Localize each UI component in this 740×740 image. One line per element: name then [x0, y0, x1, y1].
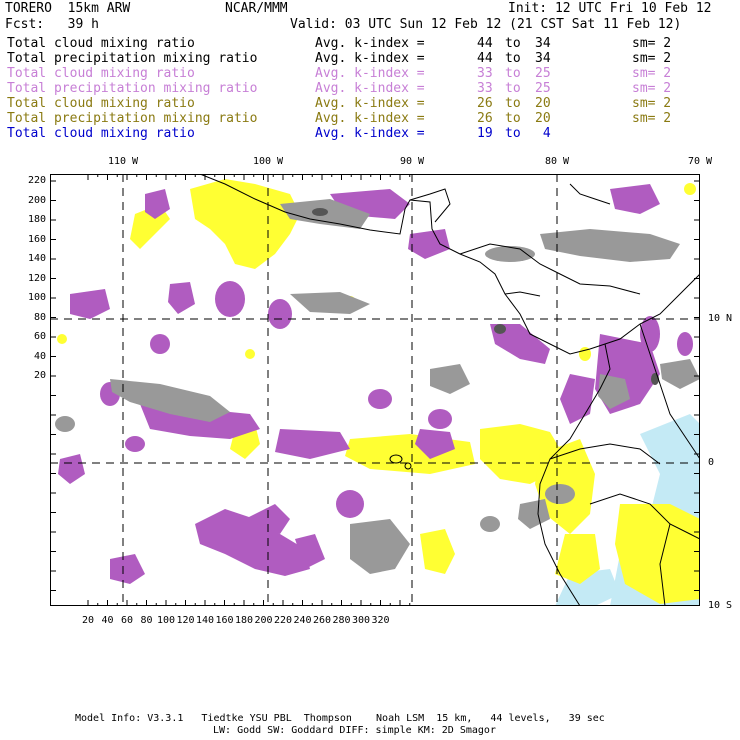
legend-field: Total cloud mixing ratio	[7, 126, 195, 141]
legend-stat: Avg. k-index =	[315, 111, 425, 126]
legend-to-word: to	[505, 66, 521, 81]
legend-field: Total precipitation mixing ratio	[7, 111, 258, 126]
legend-sm: sm= 2	[632, 81, 672, 96]
legend-to-word: to	[505, 36, 521, 51]
legend-stat: Avg. k-index =	[315, 126, 425, 141]
valid-time: Valid: 03 UTC Sun 12 Feb 12 (21 CST Sat …	[290, 17, 682, 32]
lon-label: 90 W	[399, 156, 425, 167]
legend-sm: sm= 2	[632, 51, 672, 66]
legend-row: Total cloud mixing ratio Avg. k-index = 19…	[7, 126, 737, 141]
y-tick-label: 200	[27, 194, 46, 206]
legend-to-word: to	[505, 111, 521, 126]
legend-to: 20	[535, 111, 551, 126]
legend-to: 4	[535, 126, 551, 141]
org-label: NCAR/MMM	[225, 1, 288, 16]
init-time: Init: 12 UTC Fri 10 Feb 12	[508, 1, 712, 16]
legend-row: Total precipitation mixing ratio Avg. k-i…	[7, 51, 737, 66]
legend-stat: Avg. k-index =	[315, 81, 425, 96]
lon-label: 70 W	[687, 156, 713, 167]
legend-sm: sm= 2	[632, 96, 672, 111]
model-info: Model Info: V3.3.1 Tiedtke YSU PBL Thomp…	[75, 713, 605, 724]
legend-from: 26	[477, 111, 493, 126]
legend-to: 25	[535, 81, 551, 96]
x-tick-label: 320	[371, 615, 390, 626]
legend-row: Total precipitation mixing ratio Avg. k-i…	[7, 111, 737, 126]
y-tick-label: 100	[27, 292, 46, 303]
lon-label: 80 W	[544, 156, 570, 167]
legend-sm: sm= 2	[632, 66, 672, 81]
legend-row: Total cloud mixing ratio Avg. k-index = 26…	[7, 96, 737, 111]
legend-to: 20	[535, 96, 551, 111]
model-title: TORERO 15km ARW	[5, 1, 131, 16]
legend-to-word: to	[505, 126, 521, 141]
legend-stat: Avg. k-index =	[315, 96, 425, 111]
lon-label: 110 W	[107, 156, 139, 167]
legend-to: 34	[535, 36, 551, 51]
forecast-figure: TORERO 15km ARW NCAR/MMM Init: 12 UTC Fr…	[0, 0, 740, 740]
legend-sm: sm= 2	[632, 111, 672, 126]
legend-field: Total precipitation mixing ratio	[7, 51, 258, 66]
field-layer	[55, 179, 700, 606]
forecast-hour: Fcst: 39 h	[5, 17, 99, 32]
y-tick-label: 40	[33, 350, 46, 362]
lon-label: 100 W	[252, 156, 284, 167]
lat-label: 0	[708, 457, 715, 468]
legend-from: 44	[477, 36, 493, 51]
legend-row: Total precipitation mixing ratio Avg. k-i…	[7, 81, 737, 96]
legend-from: 33	[477, 81, 493, 96]
legend-stat: Avg. k-index =	[315, 66, 425, 81]
legend-field: Total precipitation mixing ratio	[7, 81, 258, 96]
y-tick-label: 80	[33, 311, 46, 323]
legend-row: Total cloud mixing ratio Avg. k-index = 33…	[7, 66, 737, 81]
map-panel	[50, 174, 700, 606]
y-tick-label: 20	[33, 370, 46, 381]
y-tick-label: 140	[27, 253, 46, 264]
gray-field	[55, 199, 700, 574]
y-tick-label: 220	[27, 175, 46, 186]
legend-from: 33	[477, 66, 493, 81]
legend-from: 26	[477, 96, 493, 111]
legend-to-word: to	[505, 96, 521, 111]
physics-info: LW: Godd SW: Goddard DIFF: simple KM: 2D…	[213, 725, 496, 736]
lat-label: 10 S	[708, 600, 733, 611]
y-tick-label: 120	[27, 272, 46, 284]
y-tick-label: 160	[27, 233, 46, 245]
legend-field: Total cloud mixing ratio	[7, 36, 195, 51]
legend-field: Total cloud mixing ratio	[7, 66, 195, 81]
legend-to: 34	[535, 51, 551, 66]
lat-label: 10 N	[708, 313, 733, 324]
legend-field: Total cloud mixing ratio	[7, 96, 195, 111]
legend-row: Total cloud mixing ratio Avg. k-index = 44…	[7, 36, 737, 51]
legend-sm: sm= 2	[632, 36, 672, 51]
legend-stat: Avg. k-index =	[315, 36, 425, 51]
legend-to: 25	[535, 66, 551, 81]
map-canvas	[50, 174, 700, 606]
legend-to-word: to	[505, 81, 521, 96]
y-tick-label: 180	[27, 214, 46, 225]
legend-stat: Avg. k-index =	[315, 51, 425, 66]
legend-from: 19	[477, 126, 493, 141]
y-tick-label: 60	[33, 331, 46, 342]
legend-to-word: to	[505, 51, 521, 66]
legend-from: 44	[477, 51, 493, 66]
